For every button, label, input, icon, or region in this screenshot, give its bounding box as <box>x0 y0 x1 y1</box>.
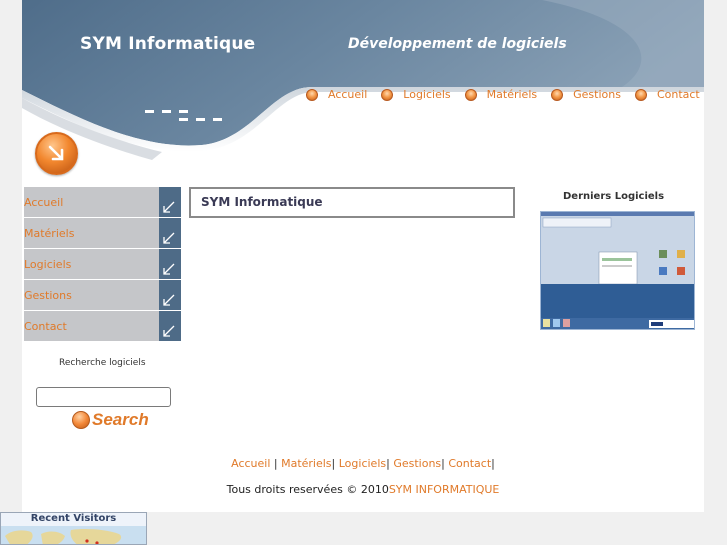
sidebar-item-tab <box>159 218 181 248</box>
footer-link-logiciels[interactable]: Logiciels <box>339 457 386 470</box>
search-label: Recherche logiciels <box>59 358 146 368</box>
sidebar-item-materiels[interactable]: Matériels <box>24 218 181 249</box>
arrow-down-left-icon <box>163 294 175 306</box>
top-nav-label: Gestions <box>573 88 621 101</box>
orange-ball-icon <box>551 88 564 101</box>
arrow-down-right-icon <box>48 145 64 161</box>
top-nav-label: Contact <box>656 88 700 101</box>
orange-ball-icon <box>381 88 394 101</box>
header-banner <box>22 0 704 160</box>
sidebar-item-accueil[interactable]: Accueil <box>24 187 181 218</box>
sidebar-item-label: Logiciels <box>24 258 72 271</box>
sidebar-item-label: Contact <box>24 320 67 333</box>
recent-visitors-title: Recent Visitors <box>30 513 117 524</box>
content-title: SYM Informatique <box>201 195 323 209</box>
content-panel: SYM Informatique <box>189 187 515 218</box>
top-nav-gestions[interactable]: Gestions <box>551 88 621 101</box>
site-brand: SYM Informatique <box>80 34 256 54</box>
top-nav-contact[interactable]: Contact <box>634 88 700 101</box>
site-tagline: Développement de logiciels <box>348 36 567 52</box>
sidebar-item-label: Accueil <box>24 196 64 209</box>
page: SYM Informatique Développement de logici… <box>22 0 704 512</box>
latest-software-title: Derniers Logiciels <box>563 191 665 202</box>
search-button-label: Search <box>92 410 149 429</box>
search-input[interactable] <box>36 387 171 407</box>
top-nav-accueil[interactable]: Accueil <box>306 88 367 101</box>
arrow-down-left-icon <box>163 325 175 337</box>
orange-ball-icon <box>464 88 477 101</box>
top-nav-logiciels[interactable]: Logiciels <box>381 88 451 101</box>
sidebar-item-tab <box>159 311 181 341</box>
sidebar-item-gestions[interactable]: Gestions <box>24 280 181 311</box>
search-button[interactable]: Search <box>72 410 149 430</box>
sidebar-item-label: Gestions <box>24 289 72 302</box>
header-arrow-button[interactable] <box>35 132 78 175</box>
sidebar-item-contact[interactable]: Contact <box>24 311 181 342</box>
top-nav-label: Logiciels <box>403 88 451 101</box>
top-navigation: Accueil Logiciels Matériels Gestions Con… <box>306 88 704 101</box>
arrow-down-left-icon <box>163 263 175 275</box>
world-map-icon <box>1 526 146 544</box>
sidebar-menu: Accueil Matériels Logiciels Gestions Con… <box>24 187 181 342</box>
copyright-text: Tous droits reservées © 2010 <box>226 483 389 496</box>
recent-visitors-widget[interactable]: Recent Visitors <box>0 512 147 545</box>
software-screenshot-image <box>541 212 694 329</box>
footer-link-accueil[interactable]: Accueil <box>231 457 270 470</box>
latest-software-thumbnail[interactable] <box>540 211 695 330</box>
sidebar-item-tab <box>159 187 181 217</box>
copyright: Tous droits reservées © 2010SYM INFORMAT… <box>22 483 704 496</box>
copyright-org: SYM INFORMATIQUE <box>388 483 500 496</box>
site-header: SYM Informatique Développement de logici… <box>22 0 704 170</box>
top-nav-label: Accueil <box>328 88 368 101</box>
arrow-down-left-icon <box>163 201 175 213</box>
top-nav-label: Matériels <box>486 88 538 101</box>
orange-ball-icon <box>72 411 90 429</box>
footer-link-contact[interactable]: Contact <box>448 457 491 470</box>
footer-link-materiels[interactable]: Matériels <box>281 457 331 470</box>
top-nav-materiels[interactable]: Matériels <box>464 88 538 101</box>
footer-link-gestions[interactable]: Gestions <box>393 457 441 470</box>
sidebar-item-label: Matériels <box>24 227 75 240</box>
footer-links: Accueil | Matériels| Logiciels| Gestions… <box>231 457 495 470</box>
orange-ball-icon <box>634 88 647 101</box>
sidebar-item-logiciels[interactable]: Logiciels <box>24 249 181 280</box>
orange-ball-icon <box>306 88 318 101</box>
arrow-down-left-icon <box>163 232 175 244</box>
sidebar-item-tab <box>159 280 181 310</box>
sidebar-item-tab <box>159 249 181 279</box>
